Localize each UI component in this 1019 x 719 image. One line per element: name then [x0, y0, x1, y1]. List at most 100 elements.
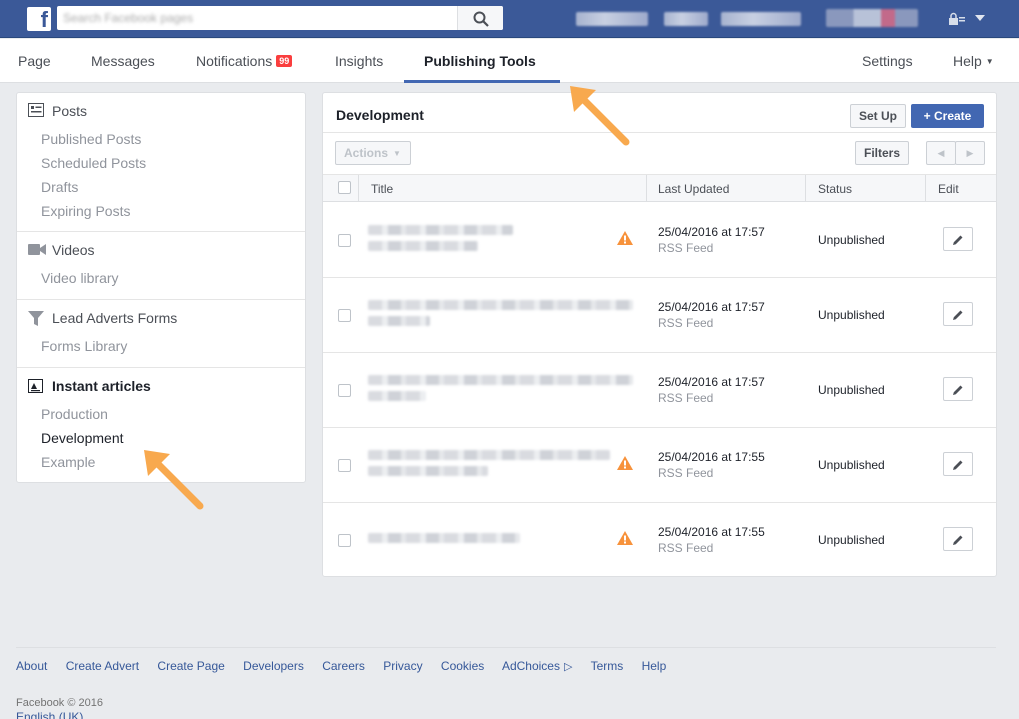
top-bar: f [0, 0, 1019, 38]
tab-settings[interactable]: Settings [862, 53, 913, 69]
pencil-icon [953, 310, 963, 320]
search-input[interactable] [63, 9, 453, 27]
tab-messages[interactable]: Messages [91, 53, 155, 69]
sidebar-link-scheduled-posts[interactable]: Scheduled Posts [41, 155, 146, 171]
footer-link-privacy[interactable]: Privacy [383, 659, 422, 673]
lock-icon[interactable] [948, 12, 966, 26]
select-all-checkbox[interactable] [338, 181, 351, 194]
sidebar-section-posts: Posts Published Posts Scheduled Posts Dr… [17, 93, 305, 232]
edit-button[interactable] [943, 452, 973, 476]
row-checkbox[interactable] [338, 534, 351, 547]
article-title[interactable] [368, 533, 520, 543]
pencil-icon [953, 535, 963, 545]
language-link[interactable]: English (UK) [16, 710, 83, 719]
tab-notifications[interactable]: Notifications 99 [196, 53, 293, 69]
create-button[interactable]: + Create [911, 104, 984, 128]
sidebar-heading-lead-adverts-forms[interactable]: Lead Adverts Forms [52, 310, 177, 326]
source: RSS Feed [658, 391, 714, 405]
article-title[interactable] [368, 225, 513, 235]
sidebar-link-development[interactable]: Development [41, 430, 124, 446]
article-title[interactable] [368, 450, 610, 460]
article-title[interactable] [368, 300, 633, 310]
sidebar-link-drafts[interactable]: Drafts [41, 179, 78, 195]
actions-dropdown[interactable]: Actions ▼ [335, 141, 411, 165]
column-header-status[interactable]: Status [818, 182, 852, 196]
actions-label: Actions [344, 146, 389, 160]
table-row[interactable]: 25/04/2016 at 17:55 RSS Feed Unpublished [323, 503, 996, 576]
search-icon [473, 11, 489, 27]
status: Unpublished [818, 383, 885, 397]
tab-help[interactable]: Help ▼ [953, 53, 994, 69]
filters-button[interactable]: Filters [855, 141, 909, 165]
facebook-logo-icon[interactable]: f [27, 7, 51, 32]
article-title-line-2 [368, 241, 478, 251]
find-friends-link[interactable] [721, 12, 801, 26]
edit-button[interactable] [943, 302, 973, 326]
tab-notifications-label: Notifications [196, 53, 273, 69]
footer-link-terms[interactable]: Terms [591, 659, 624, 673]
status: Unpublished [818, 308, 885, 322]
pencil-icon [953, 235, 963, 245]
sidebar-link-expiring-posts[interactable]: Expiring Posts [41, 203, 130, 219]
edit-button[interactable] [943, 227, 973, 251]
article-title-line-2 [368, 466, 488, 476]
sidebar-link-example[interactable]: Example [41, 454, 95, 470]
sidebar-link-published-posts[interactable]: Published Posts [41, 131, 141, 147]
next-page-button[interactable]: ▶ [955, 141, 985, 165]
adchoices-icon[interactable]: ▷ [564, 661, 572, 673]
edit-button[interactable] [943, 527, 973, 551]
divider [323, 132, 996, 133]
footer-link-careers[interactable]: Careers [322, 659, 365, 673]
prev-page-button[interactable]: ◀ [926, 141, 956, 165]
tab-publishing-tools[interactable]: Publishing Tools [424, 53, 536, 69]
copyright: Facebook © 2016 [16, 697, 103, 709]
edit-button[interactable] [943, 377, 973, 401]
sidebar-heading-videos[interactable]: Videos [52, 242, 95, 258]
home-link[interactable] [664, 12, 708, 26]
row-checkbox[interactable] [338, 459, 351, 472]
create-button-label: Create [933, 109, 972, 123]
caret-down-icon: ▼ [985, 57, 994, 66]
footer-link-create-page[interactable]: Create Page [157, 659, 224, 673]
table-row[interactable]: 25/04/2016 at 17:57 RSS Feed Unpublished [323, 353, 996, 428]
column-header-title[interactable]: Title [371, 182, 393, 196]
sidebar-heading-posts[interactable]: Posts [52, 103, 87, 119]
last-updated: 25/04/2016 at 17:55 [658, 450, 765, 464]
row-checkbox[interactable] [338, 234, 351, 247]
column-divider [925, 175, 926, 202]
chevron-down-icon[interactable] [974, 14, 986, 22]
warning-icon[interactable] [617, 231, 633, 245]
tab-insights[interactable]: Insights [335, 53, 383, 69]
sidebar-link-forms-library[interactable]: Forms Library [41, 338, 127, 354]
table-row[interactable]: 25/04/2016 at 17:55 RSS Feed Unpublished [323, 428, 996, 503]
row-checkbox[interactable] [338, 384, 351, 397]
warning-icon[interactable] [617, 456, 633, 470]
profile-name[interactable] [576, 12, 648, 26]
footer-link-cookies[interactable]: Cookies [441, 659, 484, 673]
search-button[interactable] [457, 6, 503, 30]
source: RSS Feed [658, 466, 714, 480]
footer-link-create-advert[interactable]: Create Advert [66, 659, 139, 673]
footer-link-developers[interactable]: Developers [243, 659, 304, 673]
search-box[interactable] [57, 6, 503, 30]
tab-page[interactable]: Page [18, 53, 51, 69]
video-camera-icon [28, 244, 46, 255]
set-up-button[interactable]: Set Up [850, 104, 906, 128]
sidebar: Posts Published Posts Scheduled Posts Dr… [16, 92, 306, 483]
instant-articles-icon [28, 379, 43, 393]
annotation-arrow-icon [570, 86, 630, 146]
sidebar-heading-instant-articles[interactable]: Instant articles [52, 378, 151, 394]
sidebar-link-video-library[interactable]: Video library [41, 270, 119, 286]
sidebar-link-production[interactable]: Production [41, 406, 108, 422]
table-row[interactable]: 25/04/2016 at 17:57 RSS Feed Unpublished [323, 278, 996, 353]
notification-icons[interactable] [826, 9, 918, 27]
warning-icon[interactable] [617, 531, 633, 545]
footer-link-adchoices[interactable]: AdChoices [502, 659, 560, 673]
footer-link-about[interactable]: About [16, 659, 47, 673]
column-header-last-updated[interactable]: Last Updated [658, 182, 729, 196]
row-checkbox[interactable] [338, 309, 351, 322]
last-updated: 25/04/2016 at 17:57 [658, 375, 765, 389]
table-row[interactable]: 25/04/2016 at 17:57 RSS Feed Unpublished [323, 203, 996, 278]
footer-link-help[interactable]: Help [642, 659, 667, 673]
article-title[interactable] [368, 375, 633, 385]
